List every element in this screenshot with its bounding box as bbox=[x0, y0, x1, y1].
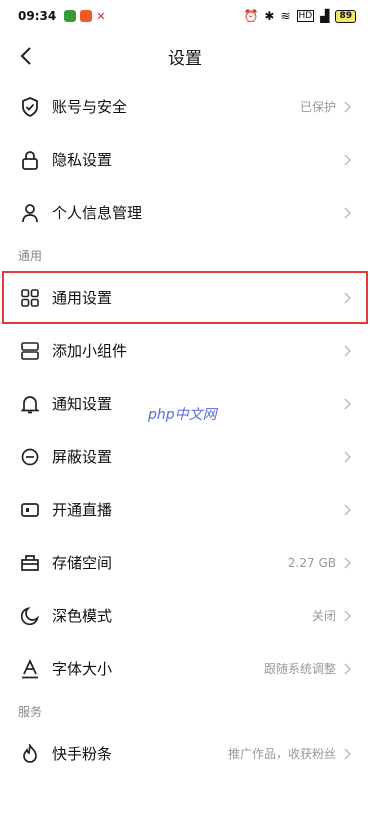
chevron-right-icon bbox=[342, 609, 352, 623]
settings-row-privacy[interactable]: 隐私设置 bbox=[0, 133, 370, 186]
partial-next-row bbox=[0, 780, 370, 810]
settings-row-add-widget[interactable]: 添加小组件 bbox=[0, 324, 370, 377]
settings-row-label: 账号与安全 bbox=[52, 98, 128, 116]
app-notification-icon: ✕ bbox=[96, 9, 106, 23]
block-minus-icon bbox=[20, 447, 40, 467]
settings-row-value: 已保护 bbox=[299, 100, 336, 114]
chevron-right-icon bbox=[342, 344, 352, 358]
settings-row-personal-info[interactable]: 个人信息管理 bbox=[0, 186, 370, 239]
chevron-right-icon bbox=[342, 153, 352, 167]
settings-row-dark-mode[interactable]: 深色模式 关闭 bbox=[0, 589, 370, 642]
chevron-right-icon bbox=[342, 450, 352, 464]
widget-icon bbox=[20, 341, 40, 361]
flame-icon bbox=[20, 743, 40, 764]
wifi-icon: ≋ bbox=[280, 9, 291, 23]
moon-icon bbox=[20, 606, 40, 626]
settings-row-label: 通用设置 bbox=[52, 289, 113, 307]
chevron-right-icon bbox=[342, 206, 352, 220]
settings-row-label: 隐私设置 bbox=[52, 151, 113, 169]
chevron-right-icon bbox=[342, 100, 352, 114]
app-notification-icon bbox=[64, 10, 77, 22]
hd-icon: HD bbox=[296, 10, 315, 22]
chevron-right-icon bbox=[342, 291, 352, 305]
section-header-services: 服务 bbox=[18, 704, 43, 719]
chevron-right-icon bbox=[342, 503, 352, 517]
storage-box-icon bbox=[20, 553, 40, 573]
settings-row-fans-promo[interactable]: 快手粉条 推广作品，收获粉丝 bbox=[0, 727, 370, 780]
live-camera-icon bbox=[20, 500, 40, 520]
back-arrow-icon bbox=[20, 47, 31, 65]
lock-icon bbox=[20, 150, 40, 170]
settings-row-label: 通知设置 bbox=[52, 395, 113, 413]
signal-icon: ▟ bbox=[320, 9, 330, 23]
chevron-right-icon bbox=[342, 556, 352, 570]
chevron-right-icon bbox=[342, 747, 352, 761]
settings-row-label: 深色模式 bbox=[52, 607, 113, 625]
settings-row-value: 关闭 bbox=[311, 609, 336, 623]
settings-row-value: 跟随系统调整 bbox=[263, 662, 336, 676]
settings-row-label: 个人信息管理 bbox=[52, 204, 143, 222]
settings-row-value: 推广作品，收获粉丝 bbox=[227, 747, 336, 761]
settings-row-label: 开通直播 bbox=[52, 501, 113, 519]
bell-icon bbox=[20, 394, 40, 414]
watermark-logo: php中文网 bbox=[148, 407, 217, 423]
section-header-general: 通用 bbox=[18, 248, 43, 263]
settings-row-label: 字体大小 bbox=[52, 660, 113, 678]
status-bar: 09:34 ✕ ⏰ ✱ ≋ HD ▟ 89 bbox=[0, 0, 370, 32]
settings-row-account-security[interactable]: 账号与安全 已保护 bbox=[0, 80, 370, 133]
battery-icon: 89 bbox=[335, 9, 356, 23]
settings-row-label: 存储空间 bbox=[52, 554, 113, 572]
nav-bar: 设置 bbox=[0, 32, 370, 80]
font-a-icon bbox=[20, 658, 40, 679]
status-icons: ⏰ ✱ ≋ HD ▟ 89 bbox=[243, 9, 356, 23]
chevron-right-icon bbox=[342, 662, 352, 676]
settings-row-general-settings[interactable]: 通用设置 bbox=[0, 271, 370, 324]
chevron-right-icon bbox=[342, 397, 352, 411]
settings-row-value: 2.27 GB bbox=[287, 555, 336, 570]
back-button[interactable] bbox=[14, 44, 38, 68]
shield-check-icon bbox=[20, 96, 40, 117]
settings-row-label: 快手粉条 bbox=[52, 745, 113, 763]
settings-row-label: 添加小组件 bbox=[52, 342, 128, 360]
settings-row-storage[interactable]: 存储空间 2.27 GB bbox=[0, 536, 370, 589]
alarm-icon: ⏰ bbox=[243, 9, 259, 23]
app-notification-icon bbox=[80, 10, 93, 22]
status-time: 09:34 bbox=[18, 9, 57, 23]
person-icon bbox=[20, 203, 40, 223]
grid-icon bbox=[20, 288, 40, 308]
settings-row-live[interactable]: 开通直播 bbox=[0, 483, 370, 536]
settings-row-block[interactable]: 屏蔽设置 bbox=[0, 430, 370, 483]
bluetooth-icon: ✱ bbox=[264, 9, 275, 23]
settings-row-label: 屏蔽设置 bbox=[52, 448, 113, 466]
settings-row-font-size[interactable]: 字体大小 跟随系统调整 bbox=[0, 642, 370, 695]
page-title: 设置 bbox=[168, 48, 202, 69]
